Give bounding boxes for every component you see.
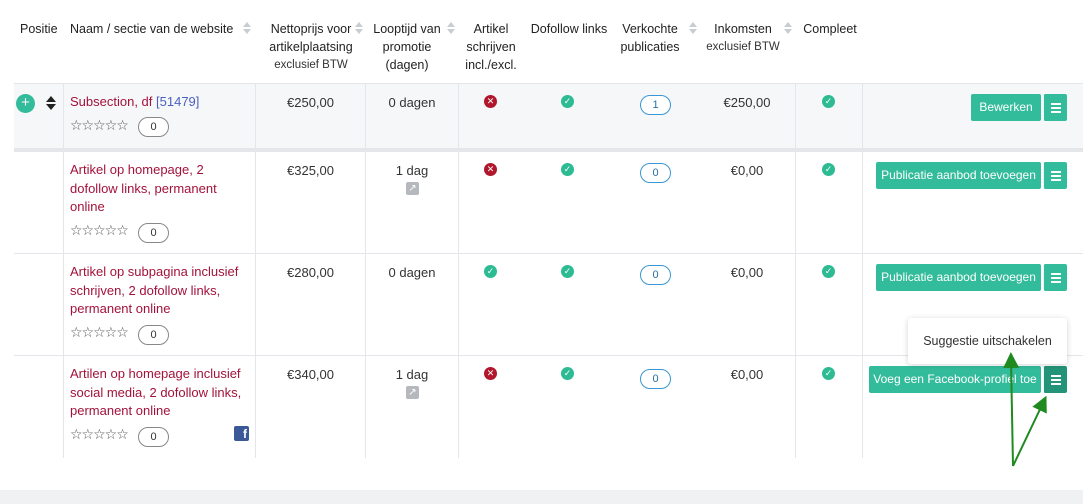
annotation-arrows	[1003, 352, 1047, 467]
arrow-to-menu	[1012, 395, 1047, 467]
page-footer-bar	[0, 490, 1083, 504]
arrow-to-popup	[1003, 352, 1020, 467]
